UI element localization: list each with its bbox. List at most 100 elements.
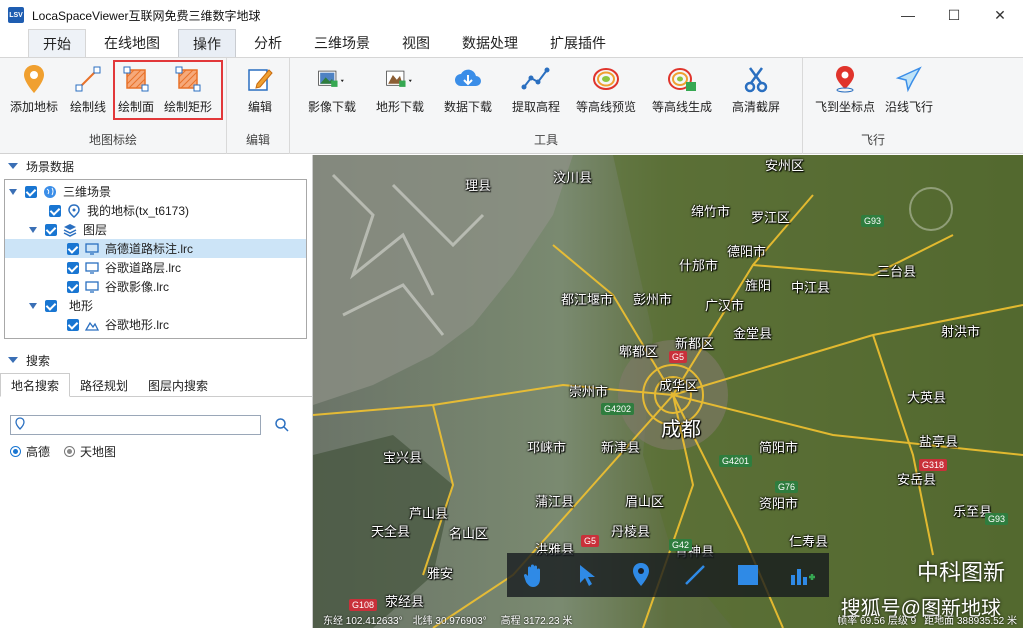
close-button[interactable]: ✕ bbox=[977, 0, 1023, 30]
tab-data-processing[interactable]: 数据处理 bbox=[448, 29, 532, 57]
tab-layer-search[interactable]: 图层内搜索 bbox=[138, 373, 218, 397]
checkbox[interactable] bbox=[49, 204, 61, 217]
radio-tianditu[interactable] bbox=[64, 446, 76, 457]
contour-preview-button[interactable]: 等高线预览 bbox=[576, 64, 636, 120]
image-download-button[interactable]: 影像下载 bbox=[308, 64, 356, 120]
search-title: 搜索 bbox=[26, 353, 51, 368]
tab-view[interactable]: 视图 bbox=[388, 29, 444, 57]
cloud-download-icon bbox=[453, 64, 483, 94]
airplane-icon bbox=[894, 64, 924, 94]
image-download-label: 影像下载 bbox=[308, 100, 357, 114]
place-label: 雅安 bbox=[427, 566, 454, 581]
tree-item-layers[interactable]: 图层 bbox=[5, 220, 306, 239]
compass-icon[interactable] bbox=[909, 187, 953, 231]
highway-shield: G318 bbox=[919, 459, 948, 471]
tree-item-root[interactable]: 三维场景 bbox=[5, 182, 306, 201]
add-measure-icon[interactable] bbox=[788, 561, 816, 589]
expand-icon[interactable] bbox=[9, 188, 17, 195]
monitor-icon bbox=[85, 242, 99, 256]
checkbox[interactable] bbox=[25, 185, 37, 198]
checkbox[interactable] bbox=[67, 242, 79, 255]
expand-icon[interactable] bbox=[29, 226, 37, 233]
place-label: 什邡市 bbox=[679, 258, 719, 273]
collapse-icon bbox=[8, 163, 18, 169]
tree-item-layer-google-image[interactable]: 谷歌影像.lrc bbox=[5, 277, 306, 296]
tree-label: 地形 bbox=[69, 299, 94, 313]
place-label: 成华区 bbox=[659, 378, 699, 393]
terrain-download-button[interactable]: 地形下载 bbox=[376, 64, 424, 120]
checkbox[interactable] bbox=[67, 280, 79, 293]
contour-icon bbox=[591, 64, 621, 94]
highway-shield: G42 bbox=[669, 539, 693, 551]
place-label: 都江堰市 bbox=[561, 292, 614, 307]
ribbon: 添加地标 绘制线 绘制面 绘制矩形 地图标绘 编辑 编辑 影像下载 地形下载 数… bbox=[0, 58, 1023, 154]
tree-label: 高德道路标注.lrc bbox=[105, 242, 193, 256]
place-label: 芦山县 bbox=[409, 506, 449, 521]
add-marker-button[interactable]: 添加地标 bbox=[10, 64, 58, 120]
tree-label: 谷歌道路层.lrc bbox=[105, 261, 181, 275]
map-pin-icon bbox=[19, 64, 49, 94]
edit-label: 编辑 bbox=[247, 100, 272, 114]
globe-icon bbox=[43, 185, 57, 199]
tab-analysis[interactable]: 分析 bbox=[240, 29, 296, 57]
place-marker-icon[interactable] bbox=[627, 561, 655, 589]
tree-item-terrain[interactable]: 地形 bbox=[5, 296, 306, 315]
window-controls: — ☐ ✕ bbox=[885, 0, 1023, 30]
tree-item-layer-amap-road[interactable]: 高德道路标注.lrc bbox=[5, 239, 306, 258]
elevation-chart-icon bbox=[521, 64, 551, 94]
place-label: 宝兴县 bbox=[383, 450, 423, 465]
tab-plugins[interactable]: 扩展插件 bbox=[536, 29, 620, 57]
fly-to-coord-button[interactable]: 飞到坐标点 bbox=[815, 64, 875, 120]
hd-screenshot-button[interactable]: 高清截屏 bbox=[732, 64, 780, 120]
scene-data-title: 场景数据 bbox=[26, 159, 75, 174]
place-label: 仁寿县 bbox=[789, 534, 829, 549]
tree-item-layer-google-road[interactable]: 谷歌道路层.lrc bbox=[5, 258, 306, 277]
place-label: 天全县 bbox=[371, 524, 411, 539]
add-marker-label: 添加地标 bbox=[10, 100, 59, 114]
place-label: 郫都区 bbox=[619, 344, 659, 359]
edit-button[interactable]: 编辑 bbox=[245, 64, 275, 120]
checkbox[interactable] bbox=[67, 318, 79, 331]
provider-radios: 高德 天地图 bbox=[10, 443, 116, 460]
tab-start[interactable]: 开始 bbox=[28, 29, 86, 57]
extract-elevation-button[interactable]: 提取高程 bbox=[512, 64, 560, 120]
search-icon[interactable] bbox=[274, 417, 290, 433]
radio-amap[interactable] bbox=[10, 446, 21, 457]
tab-place-search[interactable]: 地名搜索 bbox=[0, 373, 71, 397]
select-arrow-icon[interactable] bbox=[573, 561, 601, 589]
tree-item-terrain-google[interactable]: 谷歌地形.lrc bbox=[5, 315, 306, 334]
maximize-button[interactable]: ☐ bbox=[931, 0, 977, 30]
minimize-button[interactable]: — bbox=[885, 0, 931, 30]
map-view[interactable]: 理县 汶川县 安州区 罗江区 绵竹市 德阳市 什邡市 旌阳 中江县 三台县 都江… bbox=[313, 155, 1023, 628]
scene-data-header[interactable]: 场景数据 bbox=[0, 155, 312, 177]
tab-3d-scene[interactable]: 三维场景 bbox=[300, 29, 384, 57]
draw-area-icon[interactable] bbox=[734, 561, 762, 589]
tree-item-my-markers[interactable]: 我的地标(tx_t6173) bbox=[5, 201, 306, 220]
checkbox[interactable] bbox=[67, 261, 79, 274]
draw-line-button[interactable]: 绘制线 bbox=[70, 64, 106, 120]
checkbox[interactable] bbox=[45, 299, 57, 312]
draw-line-icon[interactable] bbox=[681, 561, 709, 589]
place-label: 崇州市 bbox=[569, 384, 609, 399]
location-target-icon bbox=[830, 64, 860, 94]
checkbox[interactable] bbox=[45, 223, 57, 236]
tab-operate[interactable]: 操作 bbox=[178, 29, 236, 57]
expand-icon[interactable] bbox=[29, 302, 37, 309]
title-bar: LSV LocaSpaceViewer互联网免费三维数字地球 — ☐ ✕ bbox=[0, 0, 1023, 30]
place-label: 理县 bbox=[465, 178, 492, 193]
pan-hand-icon[interactable] bbox=[520, 561, 548, 589]
watermark-brand: 中科图新 bbox=[916, 560, 1005, 585]
tab-route-planning[interactable]: 路径规划 bbox=[70, 373, 138, 397]
tab-online-map[interactable]: 在线地图 bbox=[90, 29, 174, 57]
fly-along-line-button[interactable]: 沿线飞行 bbox=[885, 64, 933, 120]
fly-along-line-label: 沿线飞行 bbox=[885, 100, 934, 114]
search-header[interactable]: 搜索 bbox=[0, 349, 313, 371]
place-label: 安岳县 bbox=[897, 472, 937, 487]
highway-shield: G4202 bbox=[601, 403, 635, 415]
data-download-button[interactable]: 数据下载 bbox=[444, 64, 492, 120]
search-input[interactable] bbox=[10, 415, 261, 435]
contour-generate-button[interactable]: 等高线生成 bbox=[652, 64, 712, 120]
place-label: 德阳市 bbox=[727, 244, 767, 259]
place-label: 简阳市 bbox=[759, 440, 799, 455]
highway-shield: G5 bbox=[669, 351, 688, 363]
